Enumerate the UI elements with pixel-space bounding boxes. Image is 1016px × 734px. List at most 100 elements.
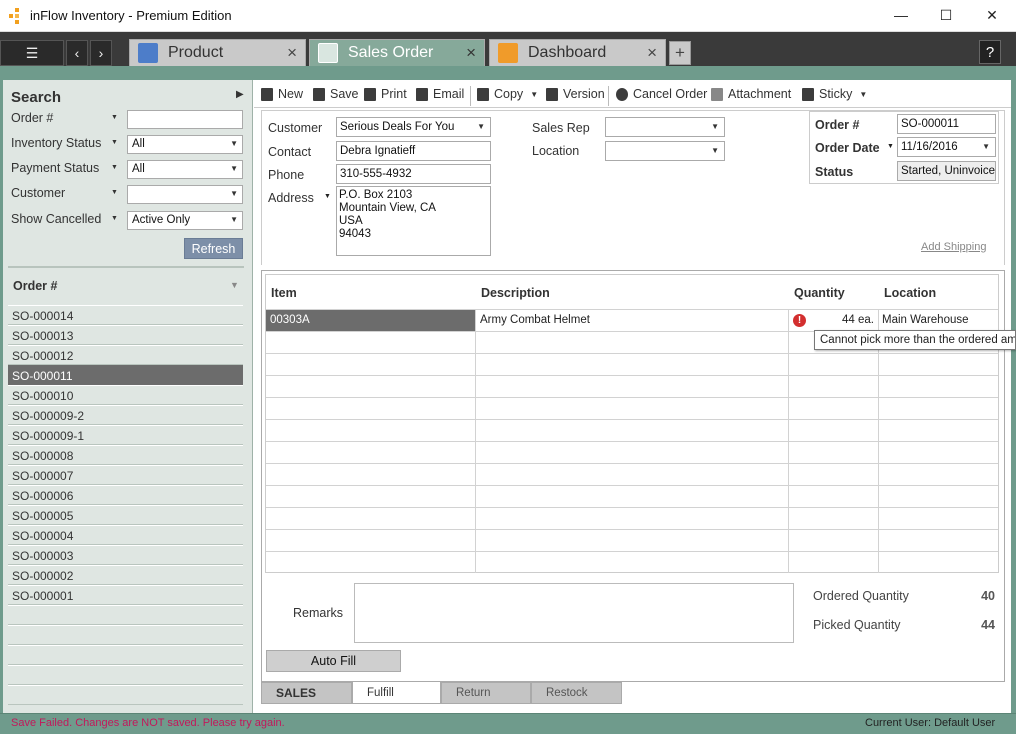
help-button[interactable]: ?	[979, 40, 1001, 64]
location-cell[interactable]: Main Warehouse	[879, 310, 998, 332]
dropdown-arrow-icon[interactable]: ▼	[111, 114, 118, 121]
filter-label-order: Order #	[11, 111, 54, 125]
copy-button[interactable]: Copy ▼	[477, 87, 538, 101]
table-row[interactable]: 00303A Army Combat Helmet ! 44 ea. Main …	[266, 309, 998, 332]
order-number-field[interactable]: SO-000011	[897, 114, 996, 134]
tab-sales-order[interactable]: Sales Order ×	[309, 39, 485, 66]
toolbar: New Save Print Email Copy ▼ Version Cance…	[254, 82, 1011, 106]
chevron-right-icon: ›	[98, 45, 104, 61]
list-item[interactable]: SO-000009-1	[8, 425, 243, 445]
sales-rep-select[interactable]: ▼	[605, 117, 725, 137]
list-item[interactable]: SO-000003	[8, 545, 243, 565]
contact-field[interactable]: Debra Ignatieff	[336, 141, 491, 161]
refresh-button[interactable]: Refresh	[184, 238, 243, 259]
column-header-item[interactable]: Item	[271, 286, 297, 300]
list-item[interactable]: SO-000008	[8, 445, 243, 465]
payment-status-select[interactable]: All ▼	[127, 160, 243, 179]
sticky-button[interactable]: Sticky ▼	[802, 87, 867, 101]
version-button[interactable]: Version	[546, 87, 605, 101]
error-icon[interactable]: !	[793, 314, 806, 327]
quantity-cell[interactable]: ! 44 ea.	[789, 310, 879, 332]
remarks-field[interactable]	[354, 583, 794, 643]
close-tab-icon[interactable]: ×	[466, 43, 476, 63]
button-label: New	[278, 87, 304, 101]
tab-sales[interactable]: SALES	[261, 682, 352, 704]
dropdown-arrow-icon[interactable]: ▼	[111, 189, 118, 196]
order-date-label: Order Date	[815, 141, 880, 155]
forward-button[interactable]: ›	[90, 40, 112, 66]
column-header-quantity[interactable]: Quantity	[794, 286, 845, 300]
location-select[interactable]: ▼	[605, 141, 725, 161]
list-item[interactable]: SO-000005	[8, 505, 243, 525]
tab-product[interactable]: Product ×	[129, 39, 306, 66]
list-item[interactable]: SO-000002	[8, 565, 243, 585]
auto-fill-button[interactable]: Auto Fill	[266, 650, 401, 672]
dropdown-arrow-icon[interactable]: ▼	[324, 193, 331, 200]
order-list: SO-000014 SO-000013 SO-000012 SO-000011 …	[8, 305, 243, 705]
chevron-down-icon: ▼	[982, 142, 990, 151]
table-row[interactable]	[266, 441, 998, 464]
picked-quantity-label: Picked Quantity	[813, 618, 901, 632]
chevron-down-icon[interactable]: ▼	[859, 90, 867, 99]
dropdown-arrow-icon[interactable]: ▼	[111, 215, 118, 222]
item-cell[interactable]: 00303A	[266, 310, 476, 332]
list-item[interactable]: SO-000004	[8, 525, 243, 545]
order-list-header[interactable]: Order #	[13, 279, 57, 293]
dropdown-arrow-icon[interactable]: ▼	[887, 143, 894, 150]
address-field[interactable]: P.O. Box 2103 Mountain View, CA USA 9404…	[336, 186, 491, 256]
add-shipping-link[interactable]: Add Shipping	[921, 241, 986, 253]
order-date-picker[interactable]: 11/16/2016 ▼	[897, 137, 996, 157]
list-item[interactable]: SO-000010	[8, 385, 243, 405]
cancel-order-button[interactable]: Cancel Order	[616, 87, 707, 101]
table-row[interactable]	[266, 551, 998, 573]
dropdown-arrow-icon[interactable]: ▼	[111, 139, 118, 146]
list-item[interactable]: SO-000007	[8, 465, 243, 485]
close-tab-icon[interactable]: ×	[647, 43, 657, 63]
dropdown-arrow-icon[interactable]: ▼	[111, 164, 118, 171]
chevron-down-icon[interactable]: ▼	[530, 90, 538, 99]
tab-return[interactable]: Return	[441, 682, 531, 704]
table-row[interactable]	[266, 419, 998, 442]
list-item[interactable]: SO-000013	[8, 325, 243, 345]
save-button[interactable]: Save	[313, 87, 359, 101]
phone-field[interactable]: 310-555-4932	[336, 164, 491, 184]
maximize-button[interactable]: ☐	[923, 0, 969, 30]
new-button[interactable]: New	[261, 87, 303, 101]
collapse-panel-icon[interactable]: ▶	[236, 89, 244, 100]
attachment-button[interactable]: Attachment	[711, 87, 791, 101]
table-row[interactable]	[266, 375, 998, 398]
title-bar: inFlow Inventory - Premium Edition — ☐ ✕	[0, 0, 1016, 32]
list-item[interactable]: SO-000012	[8, 345, 243, 365]
table-row[interactable]	[266, 529, 998, 552]
close-tab-icon[interactable]: ×	[287, 43, 297, 63]
menu-button[interactable]: ☰	[0, 40, 64, 66]
description-cell[interactable]: Army Combat Helmet	[476, 310, 789, 332]
order-number-input[interactable]	[127, 110, 243, 129]
email-button[interactable]: Email	[416, 87, 464, 101]
list-item[interactable]: SO-000006	[8, 485, 243, 505]
tab-restock[interactable]: Restock	[531, 682, 622, 704]
list-item[interactable]: SO-000014	[8, 305, 243, 325]
tab-fulfill[interactable]: Fulfill	[352, 682, 441, 704]
table-row[interactable]	[266, 397, 998, 420]
minimize-button[interactable]: —	[878, 0, 924, 30]
back-button[interactable]: ‹	[66, 40, 88, 66]
close-window-button[interactable]: ✕	[969, 0, 1015, 30]
print-button[interactable]: Print	[364, 87, 407, 101]
list-item[interactable]: SO-000001	[8, 585, 243, 605]
show-cancelled-select[interactable]: Active Only ▼	[127, 211, 243, 230]
sort-icon[interactable]: ▼	[230, 280, 239, 290]
table-row[interactable]	[266, 507, 998, 530]
table-row[interactable]	[266, 353, 998, 376]
customer-select[interactable]: Serious Deals For You ▼	[336, 117, 491, 137]
table-row[interactable]	[266, 463, 998, 486]
customer-select[interactable]: ▼	[127, 185, 243, 204]
tab-dashboard[interactable]: Dashboard ×	[489, 39, 666, 66]
column-header-location[interactable]: Location	[884, 286, 936, 300]
list-item-selected[interactable]: SO-000011	[8, 365, 243, 385]
table-row[interactable]	[266, 485, 998, 508]
list-item[interactable]: SO-000009-2	[8, 405, 243, 425]
inventory-status-select[interactable]: All ▼	[127, 135, 243, 154]
add-tab-button[interactable]: +	[669, 41, 691, 65]
column-header-description[interactable]: Description	[481, 286, 550, 300]
